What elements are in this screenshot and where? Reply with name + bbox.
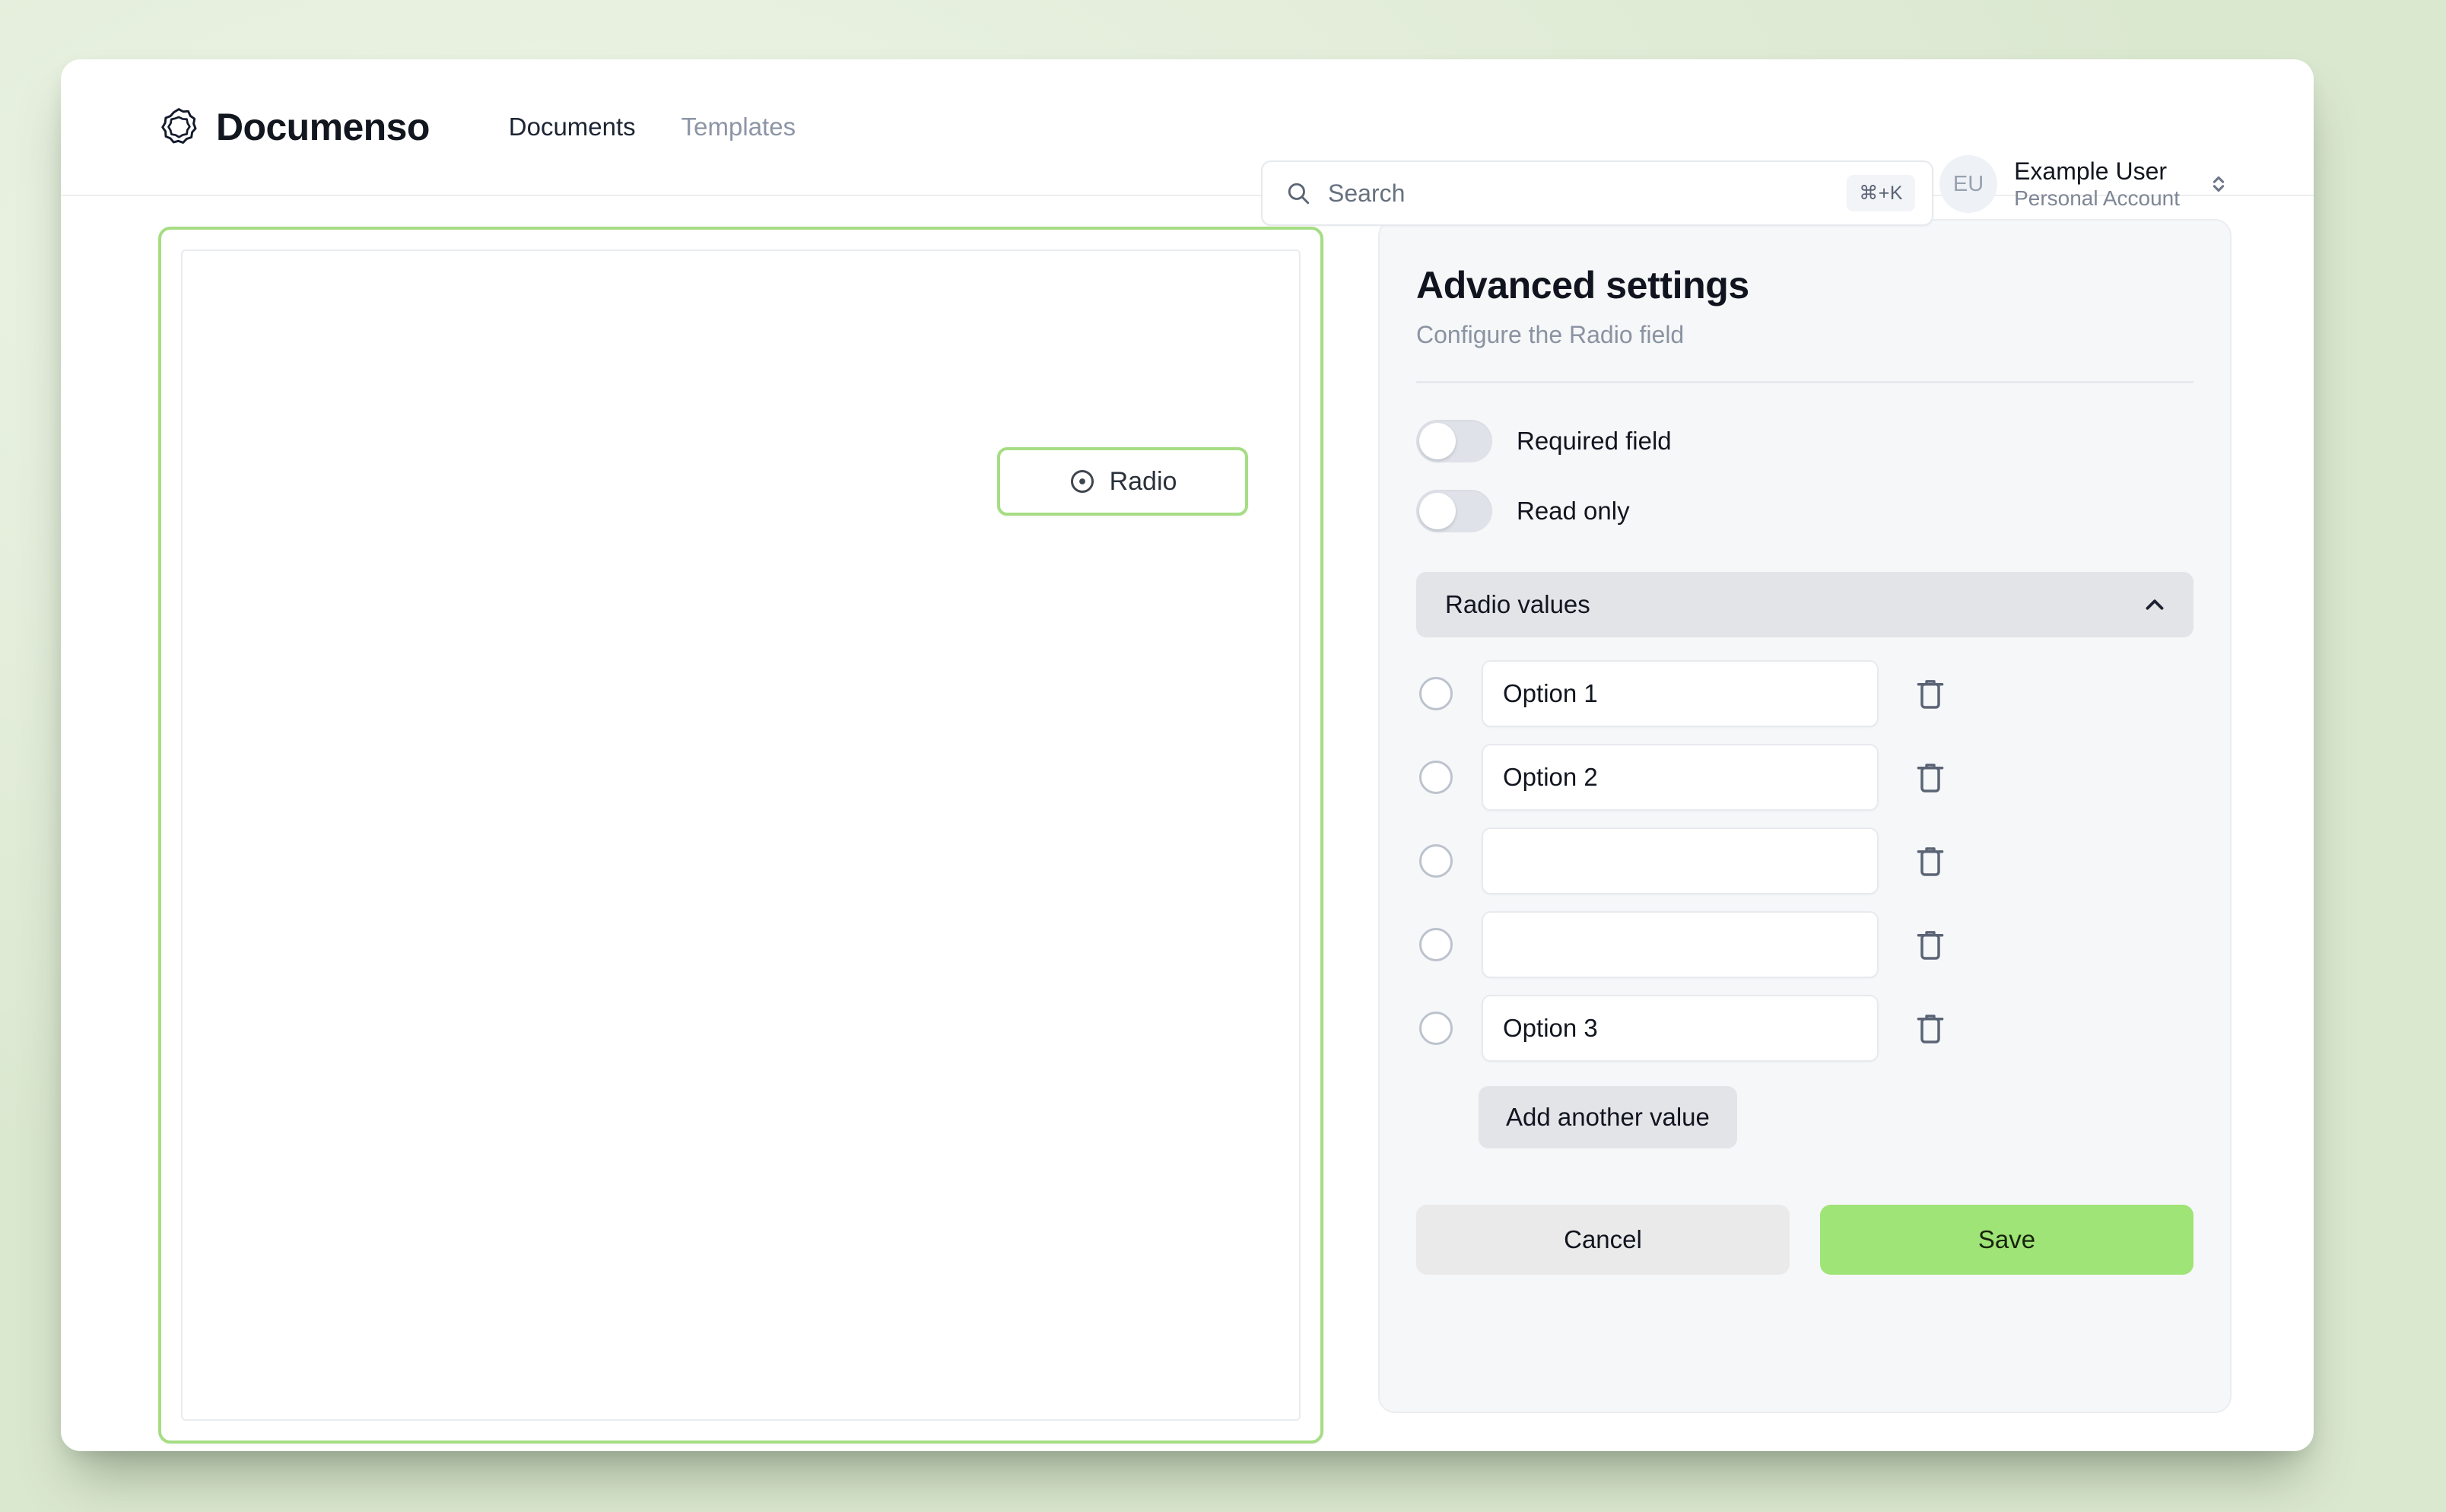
search-shortcut-badge: ⌘+K — [1847, 175, 1915, 211]
required-field-switch[interactable] — [1416, 420, 1492, 462]
toggle-read-only[interactable]: Read only — [1416, 490, 2193, 532]
required-field-label: Required field — [1517, 427, 1672, 455]
search-icon — [1288, 183, 1310, 205]
radio-option-input[interactable] — [1482, 827, 1879, 894]
delete-icon[interactable] — [1914, 926, 1947, 963]
chevron-up-icon — [2146, 599, 2164, 610]
advanced-settings-panel: Advanced settings Configure the Radio fi… — [1378, 219, 2232, 1413]
radio-option-row: Option 1 — [1416, 660, 2193, 727]
nav-item-documents[interactable]: Documents — [509, 113, 636, 141]
primary-nav: Documents Templates — [509, 113, 796, 141]
radio-option-input[interactable]: Option 2 — [1482, 744, 1879, 811]
nav-item-templates[interactable]: Templates — [681, 113, 796, 141]
cancel-button[interactable]: Cancel — [1416, 1205, 1790, 1275]
account-name: Example User — [2014, 157, 2168, 185]
panel-divider — [1416, 381, 2193, 383]
chevrons-up-down-icon — [2213, 176, 2225, 192]
radio-values-list: Option 1 Option 2 Option 3 — [1416, 660, 2193, 1062]
radio-option-row: Option 2 — [1416, 744, 2193, 811]
radio-option-selector[interactable] — [1419, 761, 1453, 794]
documenso-flower-logo-icon — [161, 108, 197, 144]
delete-icon[interactable] — [1914, 759, 1947, 796]
radio-option-input[interactable] — [1482, 911, 1879, 978]
app-window: Documenso Documents Templates Search ⌘+K… — [61, 59, 2314, 1451]
delete-icon[interactable] — [1914, 675, 1947, 712]
radio-option-row — [1416, 911, 2193, 978]
switch-knob — [1419, 493, 1456, 529]
radio-option-selector[interactable] — [1419, 928, 1453, 961]
save-button[interactable]: Save — [1820, 1205, 2193, 1275]
delete-icon[interactable] — [1914, 1010, 1947, 1047]
account-text: Example User Personal Account — [2014, 157, 2180, 211]
add-another-value-button[interactable]: Add another value — [1479, 1086, 1737, 1148]
document-frame — [158, 227, 1323, 1444]
delete-icon[interactable] — [1914, 843, 1947, 879]
avatar: EU — [1939, 155, 1998, 213]
brand-name: Documenso — [216, 106, 430, 148]
switch-knob — [1419, 423, 1456, 459]
radio-option-input[interactable]: Option 1 — [1482, 660, 1879, 727]
radio-option-selector[interactable] — [1419, 1012, 1453, 1045]
radio-option-selector[interactable] — [1419, 844, 1453, 878]
main-content: Radio Advanced settings Configure the Ra… — [61, 196, 2314, 1451]
document-field-radio[interactable]: Radio — [997, 447, 1248, 516]
account-subtitle: Personal Account — [2014, 186, 2180, 211]
read-only-switch[interactable] — [1416, 490, 1492, 532]
radio-option-input[interactable]: Option 3 — [1482, 995, 1879, 1062]
radio-option-selector[interactable] — [1419, 677, 1453, 710]
toggle-required-field[interactable]: Required field — [1416, 420, 2193, 462]
radio-values-accordion-header[interactable]: Radio values — [1416, 572, 2193, 637]
account-menu-button[interactable]: EU Example User Personal Account — [1939, 155, 2232, 213]
search-placeholder: Search — [1328, 179, 1406, 207]
radio-values-accordion-label: Radio values — [1445, 590, 1590, 618]
radio-option-row — [1416, 827, 2193, 894]
search-input[interactable]: Search ⌘+K — [1261, 160, 1933, 226]
panel-title: Advanced settings — [1416, 264, 1749, 307]
radio-circle-icon — [1070, 470, 1094, 493]
document-preview-column: Radio — [158, 214, 1323, 1451]
panel-footer-actions: Cancel Save — [1416, 1205, 2193, 1275]
document-field-radio-label: Radio — [1109, 466, 1177, 496]
brand-logo[interactable]: Documenso — [158, 105, 430, 149]
radio-option-row: Option 3 — [1416, 995, 2193, 1062]
top-navigation-bar: Documenso Documents Templates Search ⌘+K… — [61, 59, 2314, 226]
read-only-label: Read only — [1517, 497, 1630, 525]
document-page — [181, 249, 1301, 1421]
panel-subtitle: Configure the Radio field — [1416, 321, 1685, 348]
